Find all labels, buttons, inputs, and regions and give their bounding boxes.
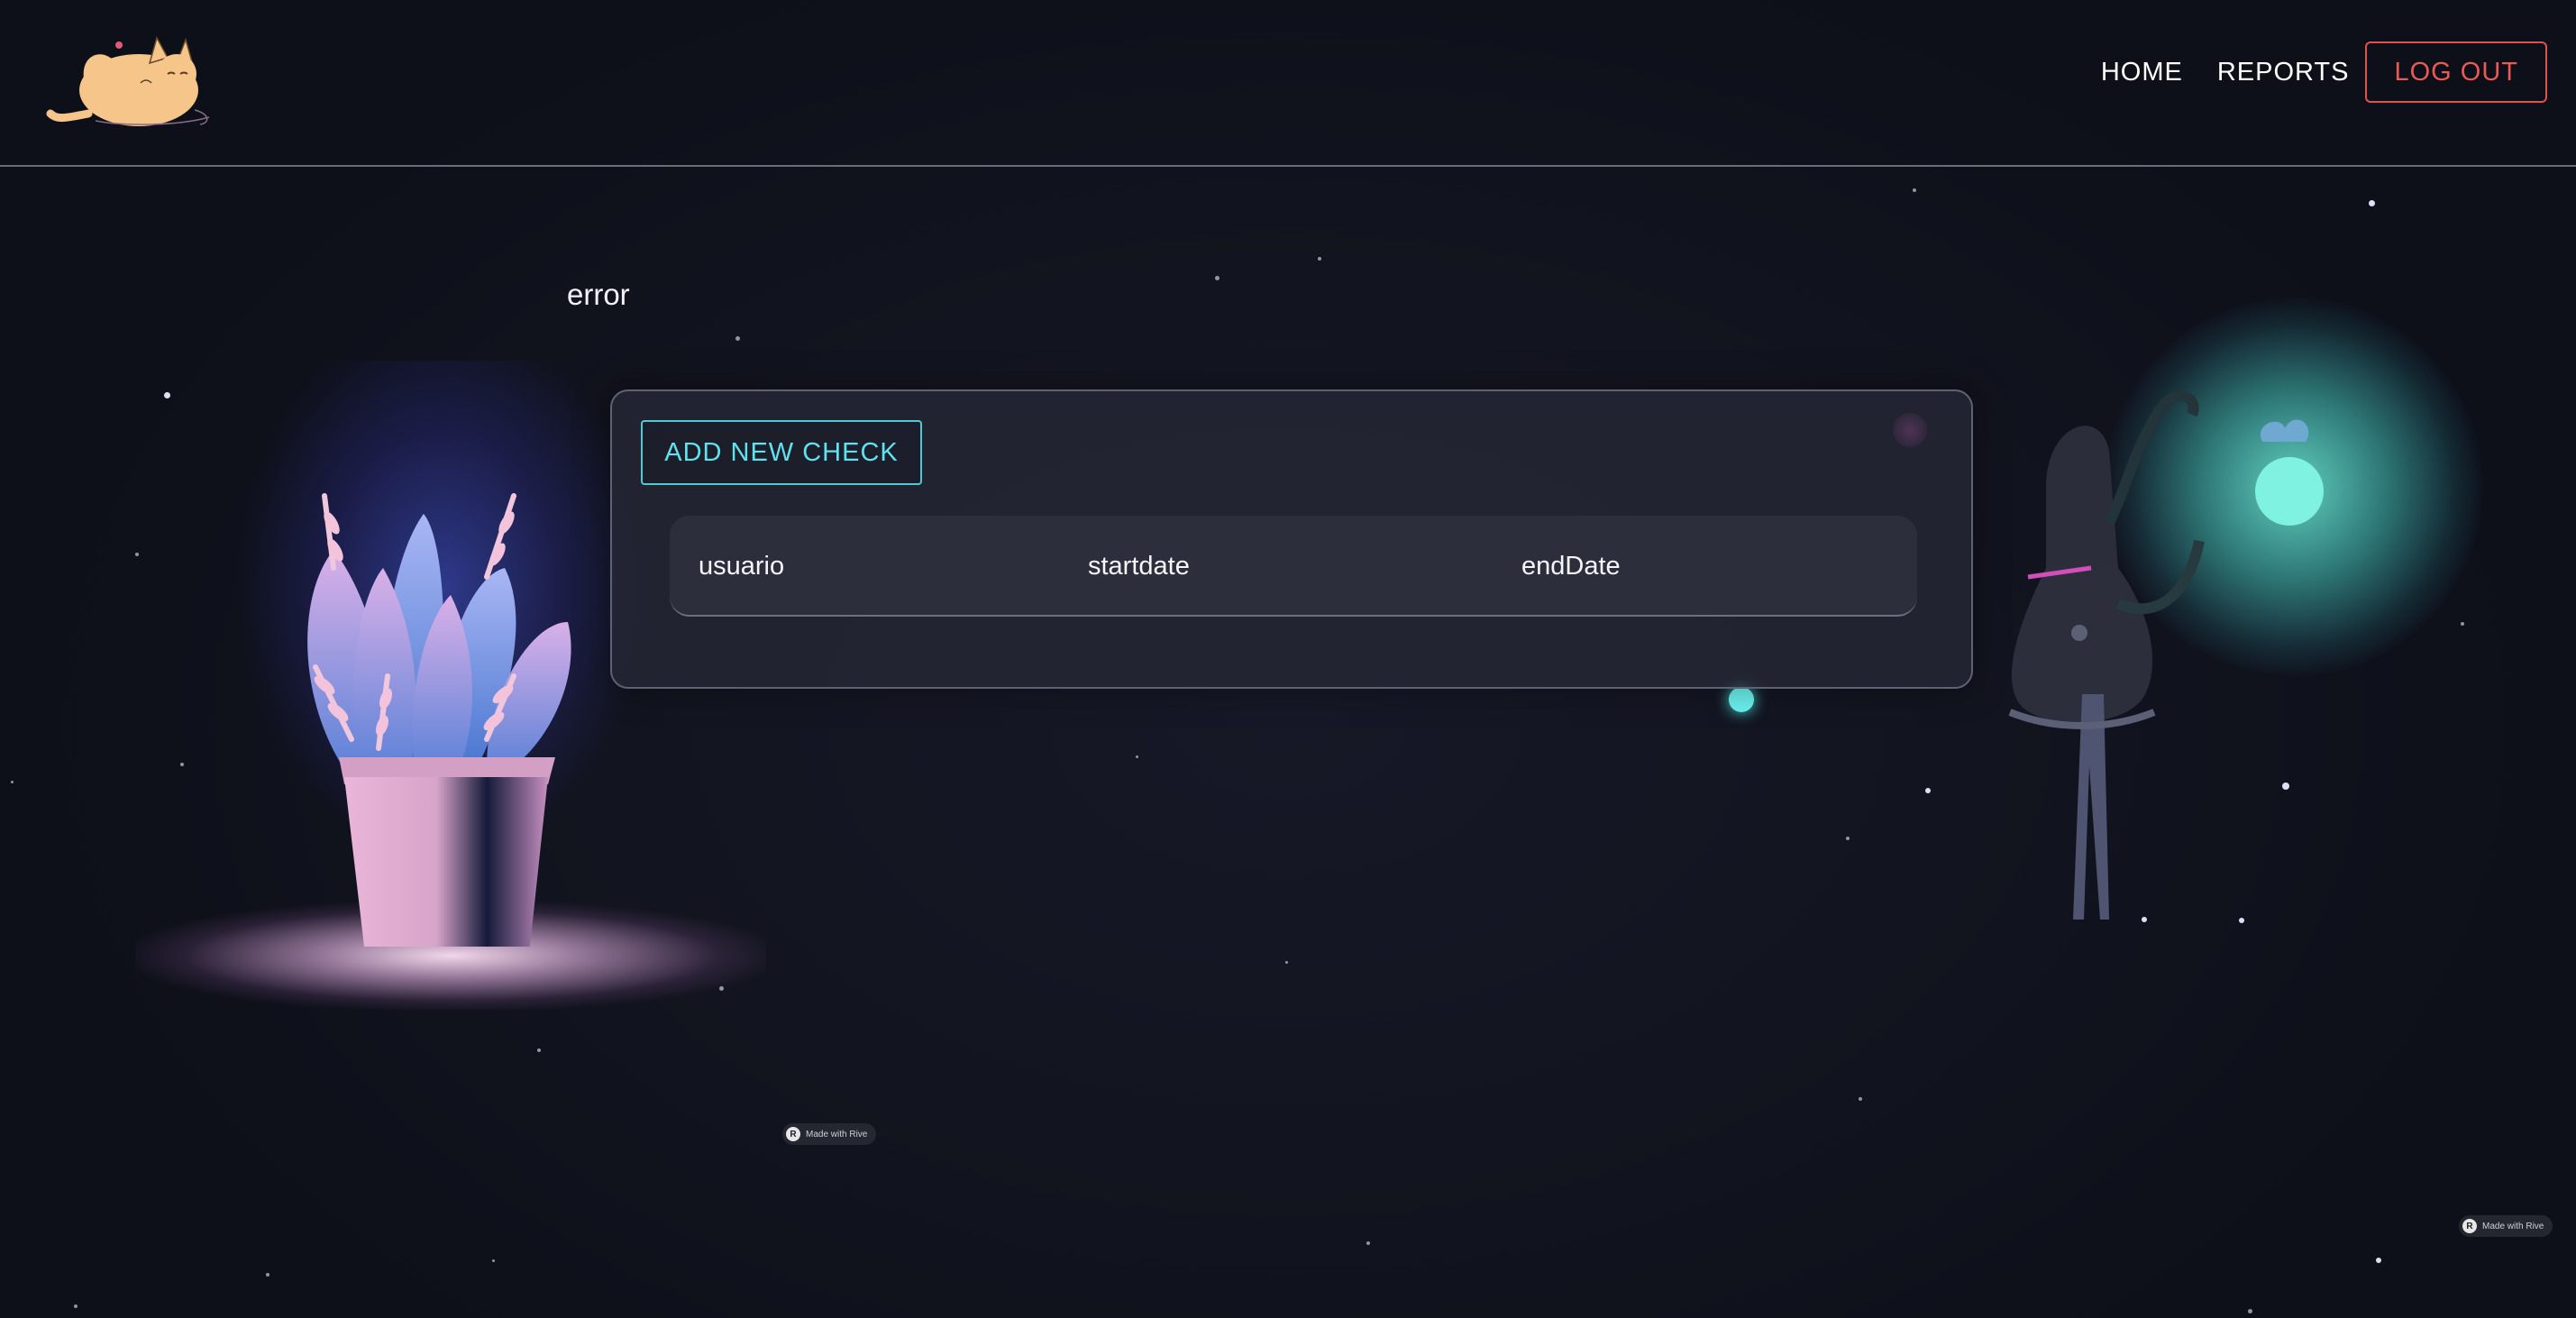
add-new-check-button[interactable]: ADD NEW CHECK <box>641 420 922 485</box>
rive-badge-label: Made with Rive <box>806 1129 868 1140</box>
cat-icon[interactable] <box>41 27 213 128</box>
star <box>2369 200 2375 206</box>
star <box>11 781 14 783</box>
star <box>135 553 139 556</box>
potted-plant-illustration <box>307 493 571 947</box>
checks-card: ADD NEW CHECK usuario startdate endDate <box>610 389 1973 689</box>
top-navigation-bar: HOME REPORTS LOG OUT <box>0 0 2576 167</box>
star <box>1366 1241 1370 1245</box>
star <box>2376 1258 2381 1263</box>
column-header-startdate[interactable]: startdate <box>1088 516 1190 617</box>
nav-home-link[interactable]: HOME <box>2101 58 2183 87</box>
logout-button[interactable]: LOG OUT <box>2365 41 2547 103</box>
star <box>1318 257 1321 261</box>
star <box>1846 837 1850 840</box>
rive-logo-icon: R <box>2462 1219 2477 1233</box>
main-nav: HOME REPORTS LOG OUT <box>2067 41 2547 103</box>
star <box>74 1304 78 1308</box>
page: HOME REPORTS LOG OUT error ADD NEW CHECK… <box>0 0 2576 1318</box>
star <box>2248 1309 2252 1313</box>
rive-badge[interactable]: R Made with Rive <box>2459 1215 2553 1237</box>
star <box>266 1273 269 1277</box>
checks-table-header: usuario startdate endDate <box>670 516 1917 617</box>
star <box>1285 961 1288 964</box>
star <box>1215 276 1219 280</box>
cyan-orb <box>1729 687 1754 712</box>
star <box>1913 188 1916 192</box>
lantern-figure-illustration <box>2008 390 2324 920</box>
star <box>2461 622 2464 626</box>
star <box>1136 755 1138 758</box>
star <box>180 763 184 766</box>
star <box>492 1259 495 1262</box>
column-header-enddate[interactable]: endDate <box>1521 516 1621 617</box>
error-message: error <box>567 278 630 311</box>
rive-badge-label: Made with Rive <box>2482 1221 2544 1231</box>
rive-logo-icon: R <box>786 1127 800 1141</box>
column-header-usuario[interactable]: usuario <box>699 516 784 617</box>
rive-badge[interactable]: R Made with Rive <box>782 1123 877 1145</box>
star <box>164 392 170 398</box>
star <box>537 1048 541 1052</box>
star <box>1925 788 1931 793</box>
nav-reports-link[interactable]: REPORTS <box>2217 58 2350 87</box>
star <box>735 336 740 341</box>
star <box>1859 1097 1862 1101</box>
